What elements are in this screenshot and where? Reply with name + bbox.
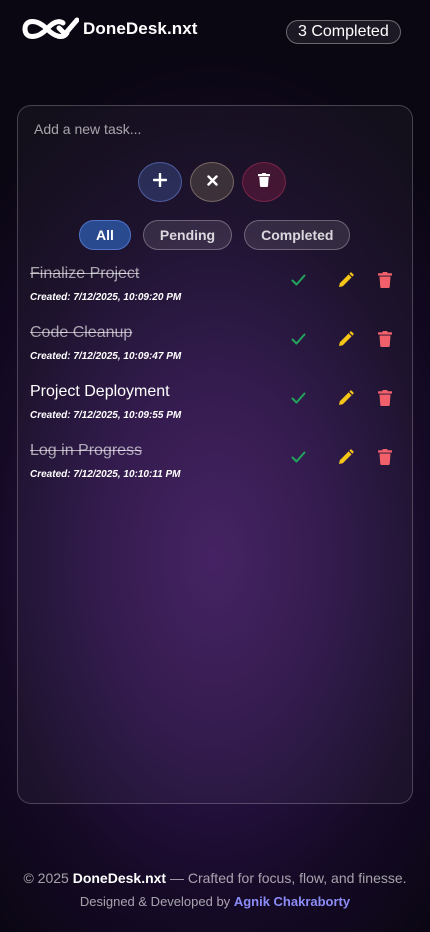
designed-by-text: Designed & Developed by xyxy=(79,894,231,909)
check-icon[interactable] xyxy=(288,329,308,349)
author-link[interactable]: Agnik Chakraborty xyxy=(234,894,350,909)
task-title: Code Cleanup xyxy=(30,324,133,341)
pencil-icon[interactable] xyxy=(335,329,355,349)
check-icon[interactable] xyxy=(288,388,308,408)
task-item: Finalize Project Created: 7/12/2025, 10:… xyxy=(30,261,400,320)
footer-credits: Designed & Developed by Agnik Chakrabort… xyxy=(0,894,430,909)
copyright-text: © 2025 xyxy=(23,870,69,886)
task-title: Log in Progress xyxy=(30,442,143,459)
task-list: Finalize Project Created: 7/12/2025, 10:… xyxy=(30,261,400,497)
infinity-check-logo-icon xyxy=(15,14,79,44)
trash-icon[interactable] xyxy=(375,388,395,408)
trash-icon[interactable] xyxy=(375,329,395,349)
x-icon xyxy=(206,173,218,191)
trash-icon[interactable] xyxy=(375,270,395,290)
check-icon[interactable] xyxy=(288,447,308,467)
brand-logo[interactable]: DoneDesk.nxt xyxy=(15,14,198,44)
task-created-timestamp: Created: 7/12/2025, 10:09:55 PM xyxy=(30,410,182,421)
footer-brand: DoneDesk.nxt xyxy=(72,870,167,886)
check-icon[interactable] xyxy=(288,270,308,290)
task-created-timestamp: Created: 7/12/2025, 10:09:47 PM xyxy=(30,351,182,362)
app-header: DoneDesk.nxt 3 Completed xyxy=(0,0,430,60)
task-panel: All Pending Completed Finalize Project C… xyxy=(17,105,413,804)
pencil-icon[interactable] xyxy=(335,447,355,467)
task-created-timestamp: Created: 7/12/2025, 10:10:11 PM xyxy=(30,469,181,480)
completed-count-badge: 3 Completed xyxy=(286,20,401,44)
new-task-input[interactable] xyxy=(34,118,394,140)
task-item: Log in Progress Created: 7/12/2025, 10:1… xyxy=(30,438,400,497)
task-item: Code Cleanup Created: 7/12/2025, 10:09:4… xyxy=(30,320,400,379)
filter-pending[interactable]: Pending xyxy=(142,220,233,250)
filter-all[interactable]: All xyxy=(79,220,131,250)
add-task-button[interactable] xyxy=(138,162,182,202)
task-title: Project Deployment xyxy=(30,383,170,400)
footer-tagline: — Crafted for focus, flow, and finesse. xyxy=(169,870,407,886)
delete-all-button[interactable] xyxy=(242,162,286,202)
clear-input-button[interactable] xyxy=(190,162,234,202)
trash-icon xyxy=(258,172,270,192)
plus-icon xyxy=(152,172,168,192)
task-action-buttons xyxy=(138,162,286,202)
task-title: Finalize Project xyxy=(30,265,140,282)
task-created-timestamp: Created: 7/12/2025, 10:09:20 PM xyxy=(30,292,182,303)
task-item: Project Deployment Created: 7/12/2025, 1… xyxy=(30,379,400,438)
filter-completed[interactable]: Completed xyxy=(244,220,351,250)
pencil-icon[interactable] xyxy=(335,388,355,408)
filter-tabs: All Pending Completed xyxy=(79,220,351,250)
pencil-icon[interactable] xyxy=(335,270,355,290)
footer-copyright: © 2025 DoneDesk.nxt — Crafted for focus,… xyxy=(0,870,430,886)
trash-icon[interactable] xyxy=(375,447,395,467)
brand-name: DoneDesk.nxt xyxy=(83,19,198,38)
